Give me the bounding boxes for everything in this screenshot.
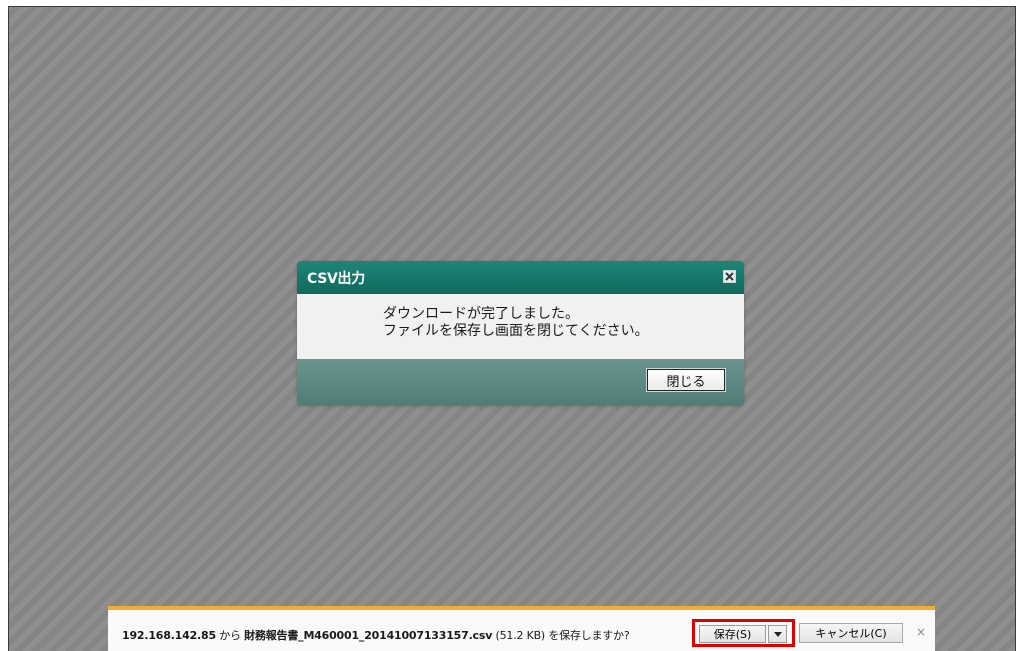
- close-icon[interactable]: ×: [915, 625, 927, 639]
- close-button[interactable]: 閉じる: [646, 368, 726, 392]
- cancel-button[interactable]: キャンセル(C): [799, 623, 903, 643]
- dialog-message-line1: ダウンロードが完了しました。: [383, 306, 579, 322]
- download-question: を保存しますか?: [548, 629, 630, 642]
- download-size: (51.2 KB): [492, 629, 549, 642]
- dialog-title: CSV出力: [307, 271, 365, 287]
- download-from-text: から: [215, 629, 245, 642]
- csv-export-dialog: CSV出力 ダウンロードが完了しました。 ファイルを保存し画面を閉じてください。…: [297, 261, 744, 405]
- save-button[interactable]: 保存(S): [699, 625, 766, 643]
- save-options-dropdown[interactable]: [768, 625, 787, 643]
- dialog-message-line2: ファイルを保存し画面を閉じてください。: [383, 323, 649, 339]
- dialog-header: CSV出力: [297, 261, 744, 294]
- chevron-down-icon: [773, 631, 782, 637]
- dialog-footer: 閉じる: [297, 359, 744, 405]
- download-notification-bar: 192.168.142.85 から 財務報告書_M460001_20141007…: [108, 606, 935, 651]
- download-prompt-text: 192.168.142.85 から 財務報告書_M460001_20141007…: [122, 627, 630, 643]
- close-icon[interactable]: [723, 270, 736, 283]
- download-filename: 財務報告書_M460001_20141007133157.csv: [244, 629, 493, 642]
- save-button-highlight: 保存(S): [692, 619, 795, 647]
- download-host: 192.168.142.85: [122, 629, 216, 642]
- browser-viewport: CSV出力 ダウンロードが完了しました。 ファイルを保存し画面を閉じてください。…: [8, 6, 1016, 651]
- close-x-glyph: [725, 272, 734, 281]
- dialog-message: ダウンロードが完了しました。 ファイルを保存し画面を閉じてください。: [383, 306, 649, 340]
- dialog-body: ダウンロードが完了しました。 ファイルを保存し画面を閉じてください。: [297, 294, 744, 359]
